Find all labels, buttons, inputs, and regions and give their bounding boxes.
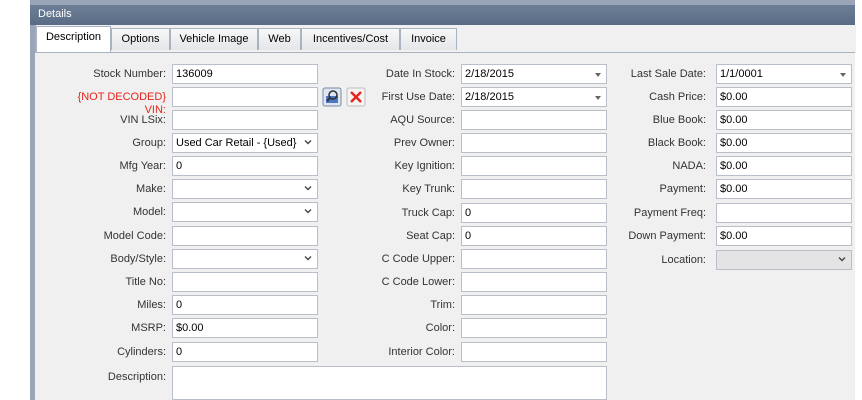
aqu-source-input[interactable]: [461, 110, 607, 130]
vin-input[interactable]: [172, 87, 318, 107]
make-label: Make:: [136, 183, 166, 195]
c-code-lower-label: C Code Lower:: [381, 276, 455, 288]
body-style-select[interactable]: [172, 249, 318, 269]
key-trunk-label: Key Trunk:: [402, 183, 455, 195]
cash-price-label: Cash Price:: [649, 91, 706, 103]
payment-freq-label: Payment Freq:: [633, 207, 706, 219]
make-select[interactable]: [172, 179, 318, 199]
prev-owner-label: Prev Owner:: [393, 137, 455, 149]
key-ignition-label: Key Ignition:: [394, 160, 455, 172]
location-select[interactable]: [716, 250, 852, 270]
color-label: Color:: [425, 322, 455, 334]
date-in-stock-picker[interactable]: 2/18/2015: [461, 64, 607, 84]
aqu-source-label: AQU Source:: [390, 114, 455, 126]
tab-invoice[interactable]: Invoice: [400, 28, 457, 50]
msrp-label: MSRP:: [131, 322, 166, 334]
tab-incentives-cost[interactable]: Incentives/Cost: [301, 28, 400, 50]
tab-strip: Description Options Vehicle Image Web In…: [35, 25, 856, 53]
cylinders-label: Cylinders:: [117, 346, 166, 358]
nada-label: NADA:: [672, 160, 706, 172]
black-book-label: Black Book:: [647, 137, 706, 149]
description-textarea[interactable]: [172, 366, 607, 400]
right-background: [855, 0, 862, 400]
first-use-date-value: 2/18/2015: [465, 91, 514, 103]
first-use-date-picker[interactable]: 2/18/2015: [461, 87, 607, 107]
truck-cap-input[interactable]: 0: [461, 203, 607, 223]
interior-color-input[interactable]: [461, 342, 607, 362]
date-in-stock-label: Date In Stock:: [385, 68, 455, 80]
vin-lsix-label: VIN LSix:: [120, 114, 166, 126]
dropdown-arrow-icon: [595, 96, 601, 100]
left-background: [0, 0, 30, 400]
cash-price-input[interactable]: $0.00: [716, 87, 852, 107]
description-label: Description:: [107, 371, 166, 383]
panel-title-bar: Details: [30, 5, 855, 25]
location-label: Location:: [661, 254, 706, 266]
tab-vehicle-image[interactable]: Vehicle Image: [170, 28, 258, 50]
stock-number-label: Stock Number:: [93, 68, 166, 80]
down-payment-label: Down Payment:: [628, 230, 706, 242]
last-sale-date-label: Last Sale Date:: [630, 68, 706, 80]
body-style-label: Body/Style:: [110, 253, 166, 265]
seat-cap-input[interactable]: 0: [461, 226, 607, 246]
blue-book-label: Blue Book:: [652, 114, 706, 126]
model-label: Model:: [132, 206, 166, 218]
mfg-year-input[interactable]: 0: [172, 156, 318, 176]
black-book-input[interactable]: $0.00: [716, 133, 852, 153]
model-code-input[interactable]: [172, 226, 318, 246]
nada-input[interactable]: $0.00: [716, 156, 852, 176]
tab-web[interactable]: Web: [258, 28, 301, 50]
first-use-date-label: First Use Date:: [381, 91, 455, 103]
stock-number-input[interactable]: 136009: [172, 64, 318, 84]
msrp-input[interactable]: $0.00: [172, 318, 318, 338]
payment-input[interactable]: $0.00: [716, 179, 852, 199]
title-no-label: Title No:: [125, 276, 166, 288]
miles-label: Miles:: [137, 299, 166, 311]
truck-cap-label: Truck Cap:: [401, 207, 455, 219]
last-sale-date-value: 1/1/0001: [720, 68, 763, 80]
group-value: Used Car Retail - {Used}: [176, 137, 297, 149]
tab-options[interactable]: Options: [111, 28, 170, 50]
c-code-upper-label: C Code Upper:: [381, 253, 455, 265]
prev-owner-input[interactable]: [461, 133, 607, 153]
c-code-lower-input[interactable]: [461, 272, 607, 292]
chevron-down-icon: [304, 209, 312, 214]
panel-title: Details: [38, 8, 72, 20]
dropdown-arrow-icon: [595, 73, 601, 77]
key-ignition-input[interactable]: [461, 156, 607, 176]
payment-freq-input[interactable]: [716, 203, 852, 223]
decode-vin-icon[interactable]: [322, 87, 342, 107]
date-in-stock-value: 2/18/2015: [465, 68, 514, 80]
c-code-upper-input[interactable]: [461, 249, 607, 269]
chevron-down-icon: [304, 186, 312, 191]
trim-input[interactable]: [461, 295, 607, 315]
last-sale-date-picker[interactable]: 1/1/0001: [716, 64, 852, 84]
trim-label: Trim:: [430, 299, 455, 311]
vin-lsix-input[interactable]: [172, 110, 318, 130]
group-label: Group:: [132, 137, 166, 149]
mfg-year-label: Mfg Year:: [119, 160, 166, 172]
chevron-down-icon: [838, 257, 846, 262]
miles-input[interactable]: 0: [172, 295, 318, 315]
model-code-label: Model Code:: [103, 230, 166, 242]
title-no-input[interactable]: [172, 272, 318, 292]
group-select[interactable]: Used Car Retail - {Used}: [172, 133, 318, 153]
cylinders-input[interactable]: 0: [172, 342, 318, 362]
seat-cap-label: Seat Cap:: [406, 230, 455, 242]
down-payment-input[interactable]: $0.00: [716, 226, 852, 246]
color-input[interactable]: [461, 318, 607, 338]
tab-description[interactable]: Description: [36, 26, 111, 52]
payment-label: Payment:: [659, 183, 706, 195]
key-trunk-input[interactable]: [461, 179, 607, 199]
interior-color-label: Interior Color:: [388, 346, 455, 358]
chevron-down-icon: [304, 256, 312, 261]
chevron-down-icon: [304, 140, 312, 145]
blue-book-input[interactable]: $0.00: [716, 110, 852, 130]
model-select[interactable]: [172, 202, 318, 222]
dropdown-arrow-icon: [840, 73, 846, 77]
